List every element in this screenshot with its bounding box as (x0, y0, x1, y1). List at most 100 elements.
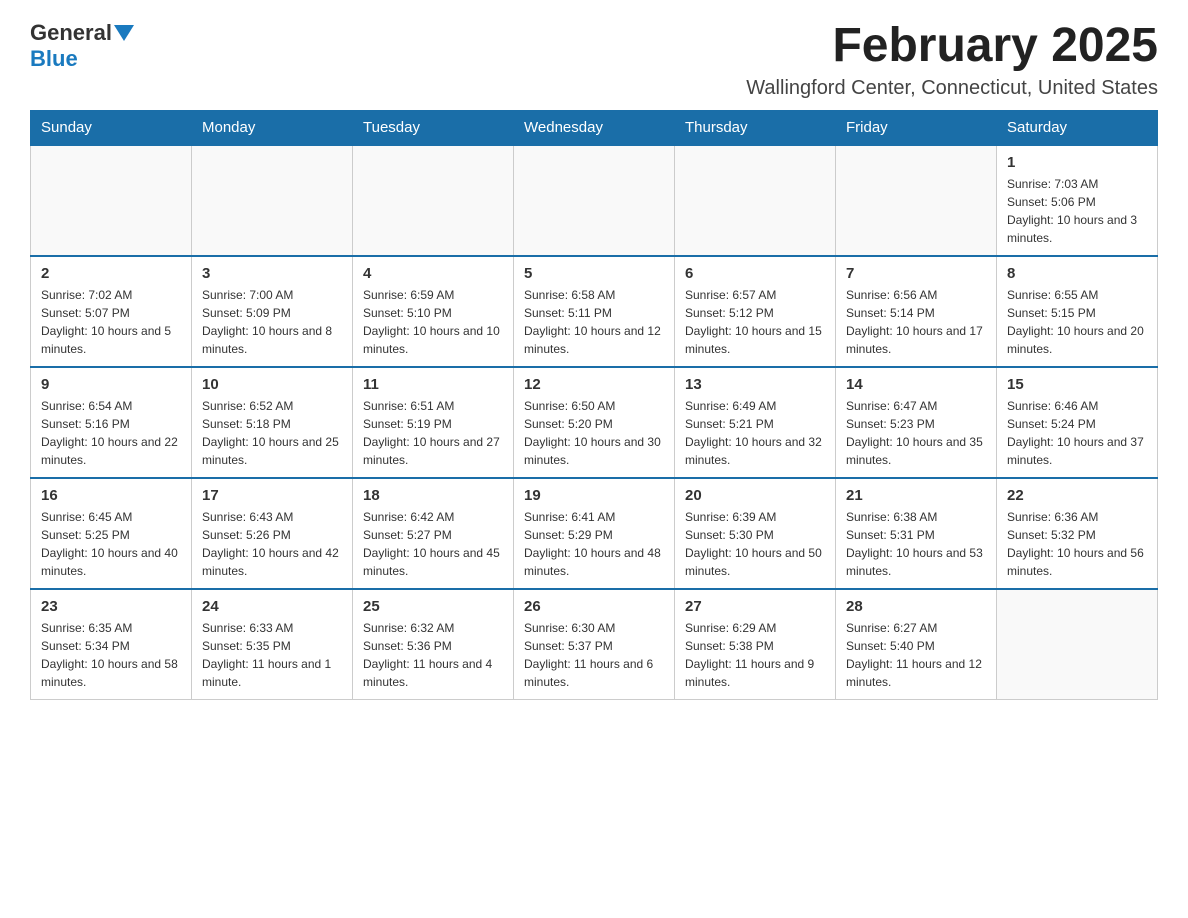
calendar-cell: 19Sunrise: 6:41 AM Sunset: 5:29 PM Dayli… (514, 478, 675, 589)
day-number: 7 (846, 265, 986, 282)
day-info: Sunrise: 6:39 AM Sunset: 5:30 PM Dayligh… (685, 508, 825, 580)
day-info: Sunrise: 6:59 AM Sunset: 5:10 PM Dayligh… (363, 286, 503, 358)
calendar-cell: 1 Sunrise: 7:03 AM Sunset: 5:06 PM Daylig… (997, 145, 1158, 256)
calendar-week-4: 16 Sunrise: 6:45 AM Sunset: 5:25 PM Dayli… (31, 478, 1158, 589)
calendar-cell (514, 145, 675, 256)
calendar-cell: 20 Sunrise: 6:39 AM Sunset: 5:30 PM Dayli… (675, 478, 836, 589)
day-number: 10 (202, 376, 342, 393)
calendar-cell: 2 Sunrise: 7:02 AM Sunset: 5:07 PM Daylig… (31, 256, 192, 367)
calendar-cell: 22 Sunrise: 6:36 AM Sunset: 5:32 PM Dayli… (997, 478, 1158, 589)
day-number: 15 (1007, 376, 1147, 393)
day-number: 17 (202, 487, 342, 504)
day-info: Sunrise: 6:49 AM Sunset: 5:21 PM Dayligh… (685, 397, 825, 469)
day-info: Sunrise: 6:47 AM Sunset: 5:23 PM Dayligh… (846, 397, 986, 469)
day-info: Sunrise: 6:58 AM Sunset: 5:11 PM Dayligh… (524, 286, 664, 358)
calendar-cell (353, 145, 514, 256)
calendar-cell: 13 Sunrise: 6:49 AM Sunset: 5:21 PM Dayli… (675, 367, 836, 478)
day-info: Sunrise: 6:30 AM Sunset: 5:37 PM Dayligh… (524, 619, 664, 691)
day-number: 2 (41, 265, 181, 282)
day-number: 12 (524, 376, 664, 393)
day-info: Sunrise: 6:27 AM Sunset: 5:40 PM Dayligh… (846, 619, 986, 691)
title-section: February 2025 Wallingford Center, Connec… (746, 20, 1158, 100)
calendar-cell: 12 Sunrise: 6:50 AM Sunset: 5:20 PM Dayli… (514, 367, 675, 478)
day-info: Sunrise: 6:33 AM Sunset: 5:35 PM Dayligh… (202, 619, 342, 691)
day-number: 22 (1007, 487, 1147, 504)
calendar-cell (836, 145, 997, 256)
calendar-cell: 6 Sunrise: 6:57 AM Sunset: 5:12 PM Daylig… (675, 256, 836, 367)
day-info: Sunrise: 6:46 AM Sunset: 5:24 PM Dayligh… (1007, 397, 1147, 469)
calendar-cell: 18Sunrise: 6:42 AM Sunset: 5:27 PM Dayli… (353, 478, 514, 589)
calendar-cell: 24 Sunrise: 6:33 AM Sunset: 5:35 PM Dayli… (192, 589, 353, 700)
day-info: Sunrise: 6:55 AM Sunset: 5:15 PM Dayligh… (1007, 286, 1147, 358)
day-info: Sunrise: 6:52 AM Sunset: 5:18 PM Dayligh… (202, 397, 342, 469)
calendar-cell: 16 Sunrise: 6:45 AM Sunset: 5:25 PM Dayli… (31, 478, 192, 589)
calendar-table: SundayMondayTuesdayWednesdayThursdayFrid… (30, 110, 1158, 700)
day-number: 16 (41, 487, 181, 504)
day-info: Sunrise: 6:57 AM Sunset: 5:12 PM Dayligh… (685, 286, 825, 358)
calendar-header-row: SundayMondayTuesdayWednesdayThursdayFrid… (31, 110, 1158, 145)
day-info: Sunrise: 6:43 AM Sunset: 5:26 PM Dayligh… (202, 508, 342, 580)
day-number: 3 (202, 265, 342, 282)
calendar-cell: 17 Sunrise: 6:43 AM Sunset: 5:26 PM Dayli… (192, 478, 353, 589)
calendar-week-1: 1 Sunrise: 7:03 AM Sunset: 5:06 PM Daylig… (31, 145, 1158, 256)
day-info: Sunrise: 6:51 AM Sunset: 5:19 PM Dayligh… (363, 397, 503, 469)
weekday-header-sunday: Sunday (31, 110, 192, 145)
calendar-cell: 10 Sunrise: 6:52 AM Sunset: 5:18 PM Dayli… (192, 367, 353, 478)
weekday-header-thursday: Thursday (675, 110, 836, 145)
day-info: Sunrise: 6:45 AM Sunset: 5:25 PM Dayligh… (41, 508, 181, 580)
calendar-cell: 5Sunrise: 6:58 AM Sunset: 5:11 PM Daylig… (514, 256, 675, 367)
day-number: 24 (202, 598, 342, 615)
day-info: Sunrise: 6:36 AM Sunset: 5:32 PM Dayligh… (1007, 508, 1147, 580)
weekday-header-wednesday: Wednesday (514, 110, 675, 145)
calendar-cell: 8 Sunrise: 6:55 AM Sunset: 5:15 PM Daylig… (997, 256, 1158, 367)
calendar-cell: 3 Sunrise: 7:00 AM Sunset: 5:09 PM Daylig… (192, 256, 353, 367)
calendar-cell (192, 145, 353, 256)
day-number: 6 (685, 265, 825, 282)
calendar-cell: 27Sunrise: 6:29 AM Sunset: 5:38 PM Dayli… (675, 589, 836, 700)
calendar-cell: 4Sunrise: 6:59 AM Sunset: 5:10 PM Daylig… (353, 256, 514, 367)
calendar-cell (31, 145, 192, 256)
day-info: Sunrise: 6:50 AM Sunset: 5:20 PM Dayligh… (524, 397, 664, 469)
day-number: 26 (524, 598, 664, 615)
day-info: Sunrise: 6:35 AM Sunset: 5:34 PM Dayligh… (41, 619, 181, 691)
calendar-cell: 11 Sunrise: 6:51 AM Sunset: 5:19 PM Dayli… (353, 367, 514, 478)
calendar-cell (997, 589, 1158, 700)
calendar-cell: 26 Sunrise: 6:30 AM Sunset: 5:37 PM Dayli… (514, 589, 675, 700)
day-number: 13 (685, 376, 825, 393)
day-number: 25 (363, 598, 503, 615)
day-info: Sunrise: 6:38 AM Sunset: 5:31 PM Dayligh… (846, 508, 986, 580)
day-number: 14 (846, 376, 986, 393)
weekday-header-tuesday: Tuesday (353, 110, 514, 145)
location-title: Wallingford Center, Connecticut, United … (746, 77, 1158, 100)
day-number: 23 (41, 598, 181, 615)
day-info: Sunrise: 7:03 AM Sunset: 5:06 PM Dayligh… (1007, 175, 1147, 247)
calendar-cell: 7Sunrise: 6:56 AM Sunset: 5:14 PM Daylig… (836, 256, 997, 367)
weekday-header-monday: Monday (192, 110, 353, 145)
calendar-cell: 23 Sunrise: 6:35 AM Sunset: 5:34 PM Dayli… (31, 589, 192, 700)
logo-triangle-icon (112, 24, 134, 42)
day-info: Sunrise: 7:02 AM Sunset: 5:07 PM Dayligh… (41, 286, 181, 358)
calendar-cell: 15 Sunrise: 6:46 AM Sunset: 5:24 PM Dayli… (997, 367, 1158, 478)
logo: General Blue (30, 20, 134, 72)
day-number: 9 (41, 376, 181, 393)
calendar-cell: 9Sunrise: 6:54 AM Sunset: 5:16 PM Daylig… (31, 367, 192, 478)
calendar-cell: 28Sunrise: 6:27 AM Sunset: 5:40 PM Dayli… (836, 589, 997, 700)
day-info: Sunrise: 7:00 AM Sunset: 5:09 PM Dayligh… (202, 286, 342, 358)
day-number: 11 (363, 376, 503, 393)
calendar-cell (675, 145, 836, 256)
logo-blue-text: Blue (30, 46, 78, 72)
calendar-cell: 14 Sunrise: 6:47 AM Sunset: 5:23 PM Dayli… (836, 367, 997, 478)
weekday-header-saturday: Saturday (997, 110, 1158, 145)
month-title: February 2025 (746, 20, 1158, 73)
calendar-week-3: 9Sunrise: 6:54 AM Sunset: 5:16 PM Daylig… (31, 367, 1158, 478)
calendar-week-5: 23 Sunrise: 6:35 AM Sunset: 5:34 PM Dayli… (31, 589, 1158, 700)
calendar-cell: 25 Sunrise: 6:32 AM Sunset: 5:36 PM Dayli… (353, 589, 514, 700)
day-number: 21 (846, 487, 986, 504)
day-number: 8 (1007, 265, 1147, 282)
day-info: Sunrise: 6:32 AM Sunset: 5:36 PM Dayligh… (363, 619, 503, 691)
logo-general-text: General (30, 20, 112, 46)
day-info: Sunrise: 6:42 AM Sunset: 5:27 PM Dayligh… (363, 508, 503, 580)
day-number: 1 (1007, 154, 1147, 171)
day-number: 20 (685, 487, 825, 504)
day-number: 19 (524, 487, 664, 504)
